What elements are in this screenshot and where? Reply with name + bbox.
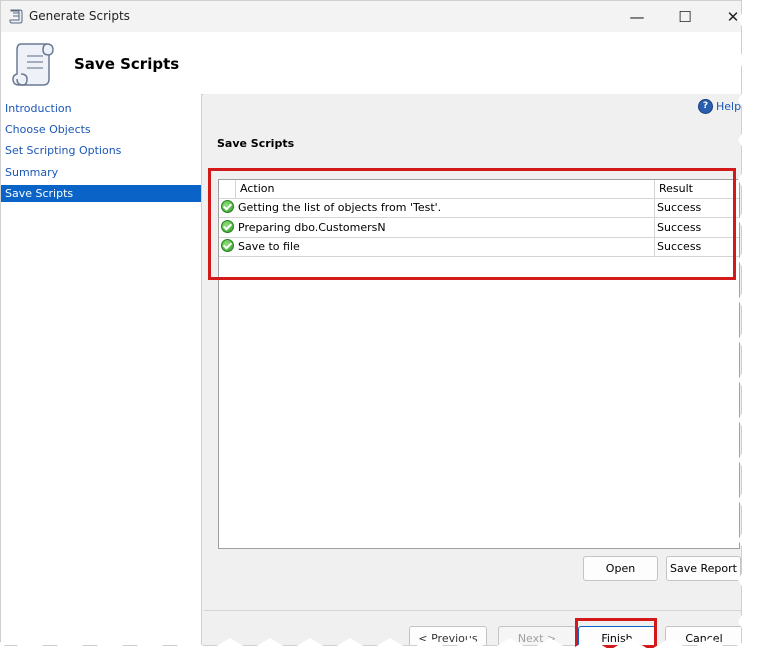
success-check-icon	[221, 200, 234, 213]
row-action: Getting the list of objects from 'Test'.	[238, 201, 442, 214]
table-row[interactable]: Getting the list of objects from 'Test'.…	[219, 198, 739, 218]
row-action: Preparing dbo.CustomersN	[238, 221, 386, 234]
generate-scripts-window: Generate Scripts — ☐ ✕ Save Scripts Intr…	[0, 0, 742, 646]
nav-item-set-scripting-options[interactable]: Set Scripting Options	[1, 142, 201, 159]
window-title: Generate Scripts	[29, 9, 130, 23]
section-title: Save Scripts	[217, 137, 295, 150]
row-result: Success	[657, 240, 702, 253]
row-result: Success	[657, 201, 702, 214]
title-bar: Generate Scripts — ☐ ✕	[1, 1, 741, 33]
content-panel: ? Help Save Scripts Action Result Gettin…	[204, 94, 741, 610]
nav-item-introduction[interactable]: Introduction	[1, 100, 201, 117]
success-check-icon	[221, 220, 234, 233]
table-row[interactable]: Preparing dbo.CustomersN Success	[219, 218, 739, 238]
results-grid[interactable]: Action Result Getting the list of object…	[218, 179, 740, 549]
icon-column-header	[219, 180, 236, 198]
success-check-icon	[221, 239, 234, 252]
grid-header: Action Result	[219, 180, 739, 199]
minimize-button[interactable]: —	[615, 1, 659, 32]
page-title: Save Scripts	[74, 55, 180, 73]
column-header-result[interactable]: Result	[659, 180, 693, 198]
help-icon: ?	[698, 98, 713, 114]
maximize-button[interactable]: ☐	[663, 1, 707, 32]
wizard-nav: Introduction Choose Objects Set Scriptin…	[1, 94, 202, 645]
help-link[interactable]: ? Help	[698, 98, 741, 114]
scroll-icon	[9, 9, 23, 24]
wizard-header: Save Scripts	[1, 32, 741, 95]
nav-item-summary[interactable]: Summary	[1, 164, 201, 181]
table-row[interactable]: Save to file Success	[219, 237, 739, 257]
save-report-button[interactable]: Save Report	[666, 556, 741, 581]
row-result: Success	[657, 221, 702, 234]
torn-edge-bottom	[0, 638, 768, 663]
nav-item-choose-objects[interactable]: Choose Objects	[1, 121, 201, 138]
column-header-action[interactable]: Action	[240, 180, 274, 198]
scroll-icon	[12, 43, 54, 86]
row-action: Save to file	[238, 240, 300, 253]
open-button[interactable]: Open	[583, 556, 658, 581]
torn-edge-right	[738, 0, 768, 663]
nav-item-save-scripts[interactable]: Save Scripts	[1, 185, 201, 202]
